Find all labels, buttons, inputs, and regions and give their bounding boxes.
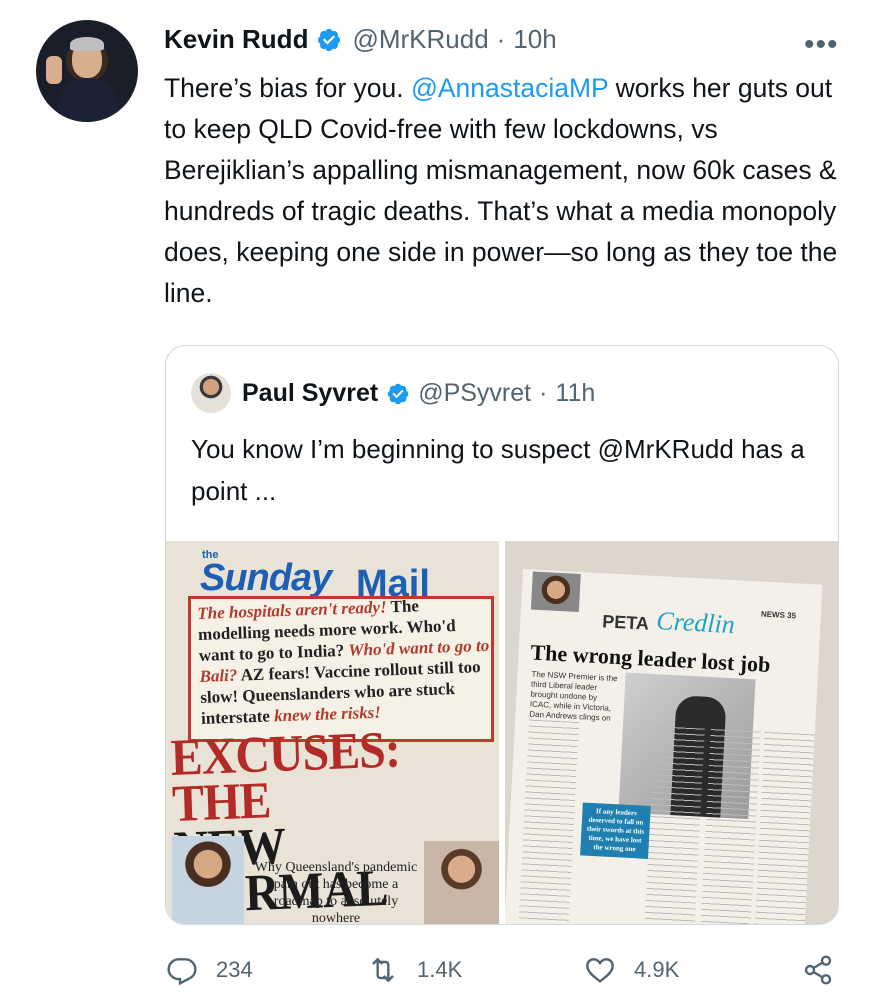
author-handle[interactable]: @MrKRudd [352, 24, 488, 55]
columnist-last-name: Credlin [655, 606, 736, 640]
front-page-blurb-box: The hospitals aren't ready! The modellin… [188, 596, 494, 742]
tweet-text-part: There’s bias for you. [164, 73, 411, 103]
columnist-first-name: PETA [601, 611, 650, 634]
newspaper-page: PETA Credlin NEWS 35 The wrong leader lo… [505, 569, 823, 924]
retweet-count: 1.4K [417, 957, 463, 982]
quote-author-name: Paul Syvret [242, 379, 379, 407]
tweet-actions: 234 1.4K 4.9K [0, 950, 875, 990]
heart-icon [586, 958, 614, 983]
column-dek: The NSW Premier is the third Liberal lea… [529, 669, 618, 723]
reply-count: 234 [216, 957, 253, 982]
reply-icon [167, 958, 197, 986]
headline-line-1: EXCUSES: THE [169, 721, 401, 833]
section-label: NEWS 35 [760, 609, 797, 621]
quoted-tweet[interactable]: Paul Syvret @PSyvret · 11h You know I’m … [165, 345, 839, 925]
retweet-icon [372, 957, 394, 983]
mention-link[interactable]: @AnnastaciaMP [411, 73, 608, 103]
pull-quote: If any leaders deserved to fall on their… [580, 802, 651, 859]
text-column [754, 731, 815, 924]
front-page-photo-right [424, 841, 499, 924]
text-column [518, 719, 580, 922]
author-name[interactable]: Kevin Rudd [164, 24, 308, 55]
text-column [644, 726, 705, 924]
more-options-icon[interactable]: ••• [804, 28, 839, 62]
tweet-header: Kevin Rudd @MrKRudd · 10h [164, 24, 557, 55]
front-page-blurb: The hospitals aren't ready! The modellin… [197, 593, 493, 729]
author-avatar[interactable] [36, 20, 138, 122]
quote-author-avatar [191, 373, 231, 413]
masthead-sunday: Sunday [200, 557, 332, 599]
retweet-button[interactable]: 1.4K [367, 950, 462, 990]
tweet-text: There’s bias for you. @AnnastaciaMP work… [164, 68, 844, 314]
columnist-photo [530, 571, 581, 612]
front-page-photo-left [172, 836, 244, 924]
header-separator: · [539, 379, 548, 407]
share-button[interactable] [802, 950, 852, 990]
tweet-timestamp[interactable]: 10h [513, 24, 556, 55]
verified-badge-icon [387, 383, 409, 404]
quote-header: Paul Syvret @PSyvret · 11h [242, 379, 595, 408]
like-count: 4.9K [634, 957, 680, 982]
quote-image-column[interactable]: PETA Credlin NEWS 35 The wrong leader lo… [505, 541, 838, 924]
reply-button[interactable]: 234 [166, 950, 253, 990]
quote-timestamp: 11h [555, 379, 596, 407]
front-page-caption: Why Queensland's pandemic path out has b… [254, 860, 418, 924]
like-button[interactable]: 4.9K [584, 950, 679, 990]
tweet-text-part: works her guts out to keep QLD Covid-fre… [164, 73, 838, 308]
quote-image-sunday-mail[interactable]: the Sunday Mail The hospitals aren't rea… [166, 541, 499, 924]
text-column [700, 729, 761, 924]
quote-text: You know I’m beginning to suspect @MrKRu… [191, 434, 805, 506]
quote-author-handle: @PSyvret [418, 379, 532, 407]
share-icon [804, 955, 832, 985]
verified-badge-icon [318, 28, 341, 51]
header-separator: · [496, 24, 506, 54]
